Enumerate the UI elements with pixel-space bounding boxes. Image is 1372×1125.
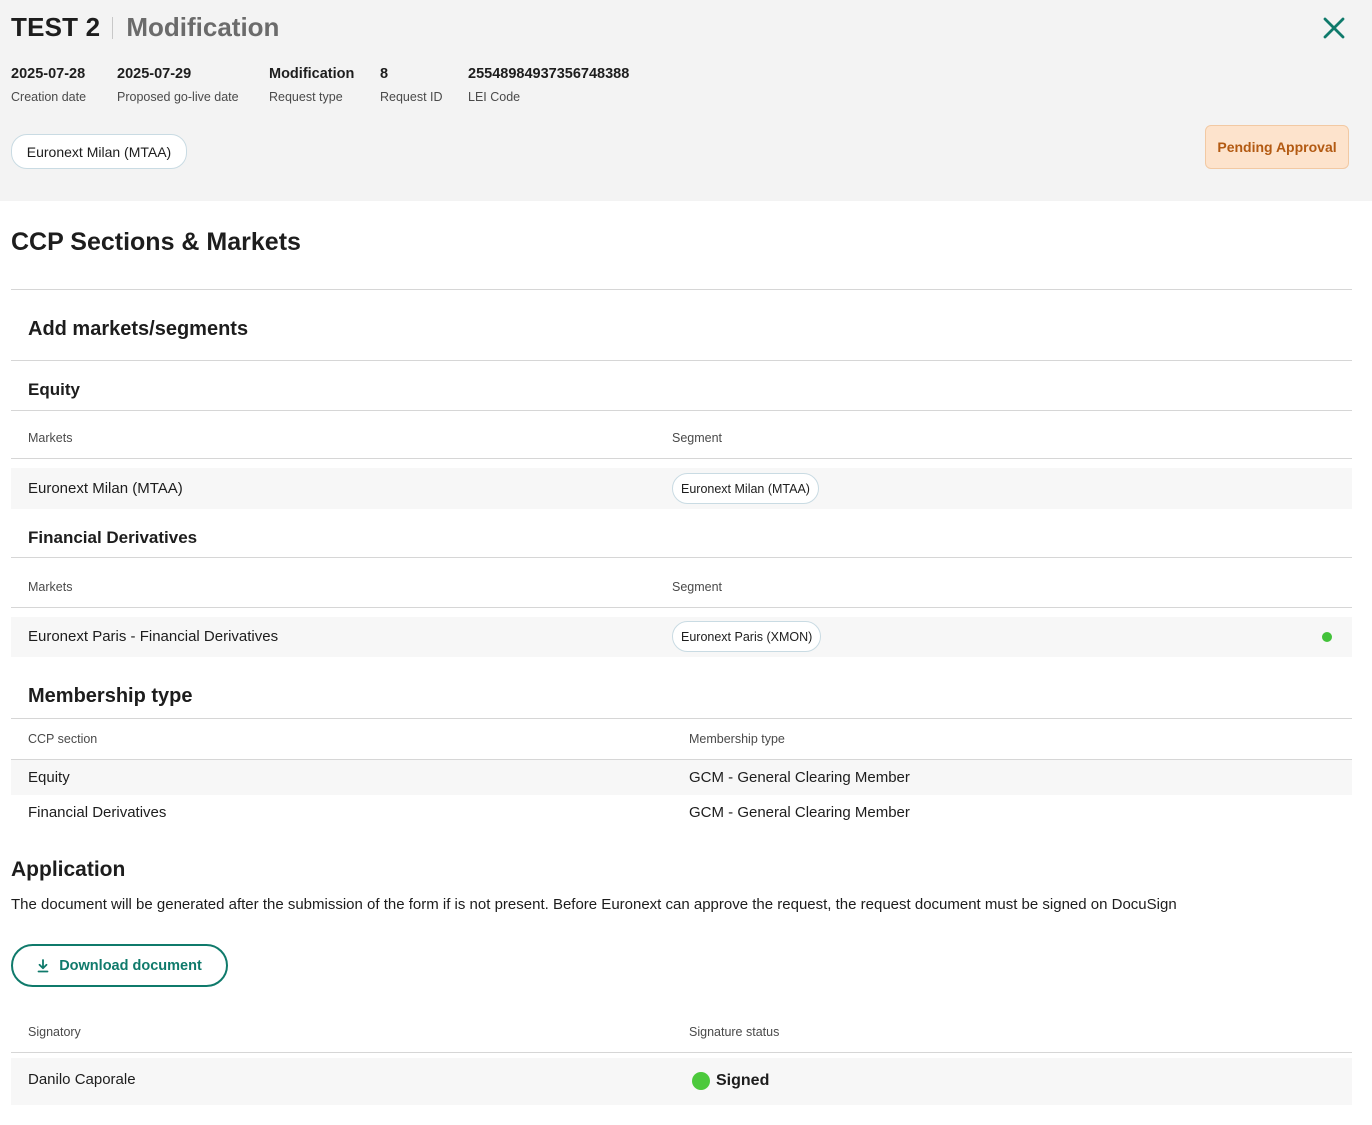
meta-value: 8	[380, 66, 389, 82]
section-title: CCP Sections & Markets	[11, 228, 301, 256]
market-name: Euronext Milan (MTAA)	[28, 480, 183, 497]
divider	[11, 718, 1352, 719]
application-title: Application	[11, 858, 126, 881]
equity-heading: Equity	[28, 380, 80, 399]
request-header: TEST 2 Modification 2025-07-28 Creation …	[0, 0, 1372, 201]
table-row	[11, 760, 1352, 795]
ccp-section: Equity	[28, 769, 70, 786]
meta-creation-date: 2025-07-28 Creation date	[11, 66, 86, 104]
meta-label: Proposed go-live date	[117, 90, 239, 104]
add-markets-title: Add markets/segments	[28, 318, 249, 340]
membership-type: GCM - General Clearing Member	[689, 769, 910, 786]
title-divider	[112, 16, 114, 39]
financial-derivatives-heading: Financial Derivatives	[28, 528, 198, 547]
close-button[interactable]	[1318, 12, 1350, 44]
col-markets: Markets	[28, 431, 73, 445]
meta-value: 25548984937356748388	[468, 66, 630, 82]
divider	[11, 410, 1352, 411]
signatory-name: Danilo Caporale	[28, 1071, 136, 1088]
col-signature-status: Signature status	[689, 1025, 780, 1039]
request-title: TEST 2	[11, 12, 101, 42]
status-badge: Pending Approval	[1205, 125, 1349, 169]
meta-lei-code: 25548984937356748388 LEI Code	[468, 66, 629, 104]
title-row: TEST 2 Modification	[11, 12, 279, 43]
meta-label: Creation date	[11, 90, 87, 104]
request-subtitle: Modification	[126, 12, 280, 42]
close-icon	[1323, 17, 1345, 39]
col-membership-type: Membership type	[689, 732, 785, 746]
meta-go-live-date: 2025-07-29 Proposed go-live date	[117, 66, 239, 104]
signed-status-dot	[692, 1072, 710, 1090]
meta-request-type: Modification Request type	[269, 66, 354, 104]
divider	[11, 289, 1352, 290]
segment-chip: Euronext Paris (XMON)	[672, 621, 822, 652]
signature-status: Signed	[716, 1072, 770, 1089]
meta-value: Modification	[269, 66, 355, 82]
divider	[11, 458, 1352, 459]
application-description: The document will be generated after the…	[11, 896, 1177, 913]
segment-chip: Euronext Milan (MTAA)	[672, 473, 819, 504]
col-segment: Segment	[672, 431, 723, 445]
ccp-section: Financial Derivatives	[28, 804, 167, 821]
meta-label: LEI Code	[468, 90, 521, 104]
market-chip: Euronext Milan (MTAA)	[11, 134, 187, 169]
meta-label: Request type	[269, 90, 343, 104]
col-segment: Segment	[672, 580, 723, 594]
download-icon	[37, 958, 49, 972]
meta-label: Request ID	[380, 90, 443, 104]
market-name: Euronext Paris - Financial Derivatives	[28, 628, 279, 645]
divider	[11, 360, 1352, 361]
meta-request-id: 8 Request ID	[380, 66, 443, 104]
membership-type: GCM - General Clearing Member	[689, 804, 910, 821]
col-ccp-section: CCP section	[28, 732, 98, 746]
meta-value: 2025-07-28	[11, 66, 86, 82]
divider	[11, 557, 1352, 558]
download-label: Download document	[59, 957, 202, 974]
divider	[11, 607, 1352, 608]
meta-value: 2025-07-29	[117, 66, 192, 82]
membership-title: Membership type	[28, 685, 193, 707]
download-document-button[interactable]: Download document	[11, 944, 228, 987]
col-signatory: Signatory	[28, 1025, 81, 1039]
col-markets: Markets	[28, 580, 73, 594]
active-indicator-dot	[1322, 632, 1332, 642]
divider	[11, 1052, 1352, 1053]
table-row	[11, 1058, 1352, 1105]
